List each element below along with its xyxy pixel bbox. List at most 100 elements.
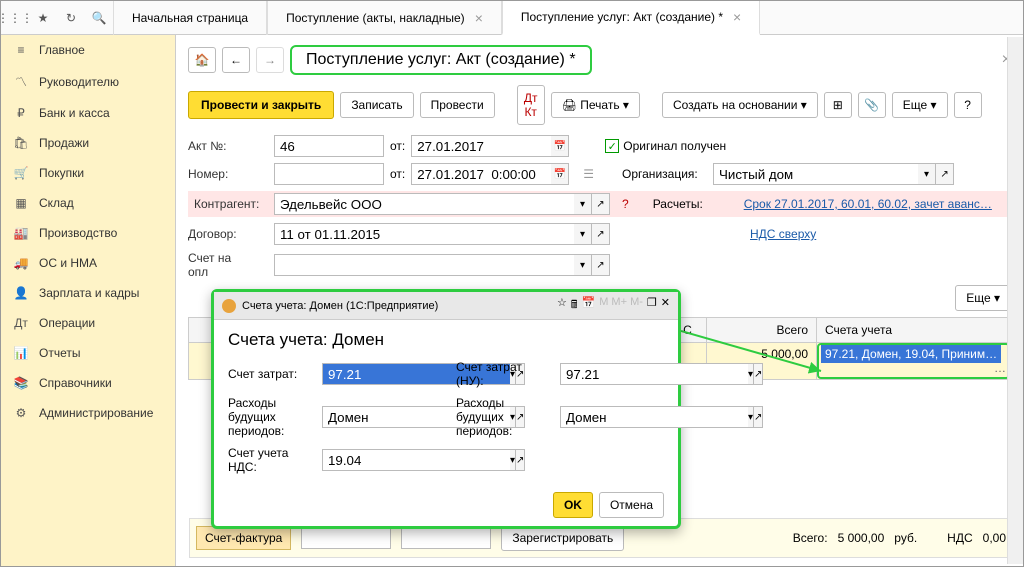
- sidebar-item-directories[interactable]: 📚Справочники: [1, 368, 175, 398]
- calc-link[interactable]: Срок 27.01.2017, 60.01, 60.02, зачет ава…: [744, 197, 992, 211]
- sidebar-item-operations[interactable]: ДтОперации: [1, 308, 175, 338]
- open-icon[interactable]: ↗: [592, 223, 610, 245]
- counterparty-input[interactable]: [274, 193, 574, 215]
- cal-icon[interactable]: 📅: [582, 296, 596, 315]
- app-icon: [222, 299, 236, 313]
- table-more-button[interactable]: Еще ▾: [955, 285, 1011, 311]
- sidebar-item-production[interactable]: 🏭Производство: [1, 218, 175, 248]
- tab-receipts[interactable]: Поступление (акты, накладные)×: [267, 1, 502, 35]
- sidebar-item-manager[interactable]: 〽Руководителю: [1, 65, 175, 98]
- invoice-label: Счет-фактура: [196, 526, 291, 550]
- action-toolbar: Провести и закрыть Записать Провести ДтК…: [188, 85, 1011, 125]
- contract-input[interactable]: [274, 223, 574, 245]
- chart-icon: 〽: [13, 73, 29, 90]
- sidebar-item-sales[interactable]: 🛍Продажи: [1, 128, 175, 158]
- payacct-input[interactable]: [274, 254, 574, 276]
- sidebar-item-main[interactable]: ≡Главное: [1, 35, 175, 65]
- sidebar: ≡Главное 〽Руководителю ₽Банк и касса 🛍Пр…: [1, 35, 176, 566]
- print-button[interactable]: 🖨 Печать ▾: [551, 92, 640, 118]
- dropdown-icon[interactable]: ▾: [574, 193, 592, 215]
- act-date-input[interactable]: [411, 135, 551, 157]
- contract-label: Договор:: [188, 227, 268, 241]
- counterparty-label: Контрагент:: [188, 194, 268, 214]
- date-from-label: от:: [390, 139, 405, 153]
- calendar-icon[interactable]: 📅: [551, 135, 569, 157]
- cost-acct-label: Счет затрат:: [228, 367, 308, 381]
- dtkt-button[interactable]: ДтКт: [517, 85, 545, 125]
- edit-icon[interactable]: ☰: [583, 167, 594, 181]
- dropdown-icon[interactable]: ▾: [574, 254, 592, 276]
- star-icon[interactable]: ★: [29, 4, 57, 32]
- open-icon[interactable]: ↗: [516, 449, 525, 471]
- fav-icon[interactable]: ☆: [557, 296, 567, 315]
- home-button[interactable]: 🏠: [188, 47, 216, 73]
- sidebar-item-warehouse[interactable]: ▦Склад: [1, 188, 175, 218]
- act-no-label: Акт №:: [188, 139, 268, 153]
- page-title: Поступление услуг: Акт (создание) *: [290, 45, 592, 75]
- rbp2-label: Расходы будущих периодов:: [456, 396, 546, 438]
- invoice-no-input[interactable]: [301, 527, 391, 549]
- related-button[interactable]: ⊞: [824, 92, 852, 118]
- open-icon[interactable]: ↗: [754, 406, 763, 428]
- calc-icon[interactable]: 🖩: [571, 296, 578, 315]
- m-icon: M M+ M-: [599, 296, 643, 315]
- open-icon[interactable]: ↗: [592, 193, 610, 215]
- number-date-input[interactable]: [411, 163, 551, 185]
- total-label: Всего:: [793, 531, 828, 545]
- close-icon[interactable]: ×: [733, 9, 741, 25]
- open-icon[interactable]: ↗: [754, 363, 763, 385]
- open-icon[interactable]: ↗: [936, 163, 954, 185]
- sidebar-item-purchases[interactable]: 🛒Покупки: [1, 158, 175, 188]
- cell-accounts[interactable]: 97.21, Домен, 19.04, Приним… …: [817, 343, 1010, 379]
- accounts-dialog: Счета учета: Домен (1С:Предприятие) ☆ 🖩 …: [211, 289, 681, 529]
- attach-button[interactable]: 📎: [858, 92, 886, 118]
- sidebar-item-salary[interactable]: 👤Зарплата и кадры: [1, 278, 175, 308]
- scrollbar[interactable]: [1007, 37, 1023, 564]
- help-counterparty-icon[interactable]: ?: [622, 197, 629, 211]
- original-received-checkbox[interactable]: ✓Оригинал получен: [605, 139, 726, 153]
- search-icon[interactable]: 🔍: [85, 4, 113, 32]
- sidebar-item-assets[interactable]: 🚚ОС и НМА: [1, 248, 175, 278]
- number-input[interactable]: [274, 163, 384, 185]
- invoice-date-input[interactable]: [401, 527, 491, 549]
- close-icon[interactable]: ×: [475, 10, 483, 26]
- rbp2-input[interactable]: [560, 406, 748, 428]
- bag-icon: 🛍: [13, 136, 29, 150]
- dropdown-icon[interactable]: ▾: [918, 163, 936, 185]
- open-icon[interactable]: ↗: [592, 254, 610, 276]
- cost-acct-nu-input[interactable]: [560, 363, 748, 385]
- org-input[interactable]: [713, 163, 918, 185]
- tab-home[interactable]: Начальная страница: [113, 1, 267, 35]
- history-icon[interactable]: ↻: [57, 4, 85, 32]
- total-value: 5 000,00: [838, 531, 885, 545]
- cancel-button[interactable]: Отмена: [599, 492, 664, 518]
- act-no-input[interactable]: [274, 135, 384, 157]
- calendar-icon[interactable]: 📅: [551, 163, 569, 185]
- ok-button[interactable]: OK: [553, 492, 593, 518]
- dropdown-icon[interactable]: ▾: [574, 223, 592, 245]
- post-and-close-button[interactable]: Провести и закрыть: [188, 91, 334, 119]
- calc-label: Расчеты:: [653, 197, 738, 211]
- forward-button[interactable]: →: [256, 47, 284, 73]
- window-icon[interactable]: ❐: [647, 296, 657, 315]
- more-button[interactable]: Еще ▾: [892, 92, 948, 118]
- dialog-titlebar[interactable]: Счета учета: Домен (1С:Предприятие) ☆ 🖩 …: [214, 292, 678, 320]
- help-button[interactable]: ?: [954, 92, 982, 118]
- apps-icon[interactable]: ⋮⋮⋮: [1, 4, 29, 32]
- person-icon: 👤: [13, 286, 29, 300]
- col-total: Всего: [707, 318, 817, 342]
- books-icon: 📚: [13, 376, 29, 390]
- back-button[interactable]: ←: [222, 47, 250, 73]
- sidebar-item-bank[interactable]: ₽Банк и касса: [1, 98, 175, 128]
- create-based-button[interactable]: Создать на основании ▾: [662, 92, 818, 118]
- vat-link[interactable]: НДС сверху: [750, 227, 816, 241]
- tab-current[interactable]: Поступление услуг: Акт (создание) *×: [502, 1, 760, 35]
- save-button[interactable]: Записать: [340, 92, 413, 118]
- sidebar-item-admin[interactable]: ⚙Администрирование: [1, 398, 175, 428]
- cart-icon: 🛒: [13, 166, 29, 180]
- sidebar-item-reports[interactable]: 📊Отчеты: [1, 338, 175, 368]
- ruble-icon: ₽: [13, 106, 29, 120]
- close-dialog-icon[interactable]: ✕: [661, 296, 670, 315]
- post-button[interactable]: Провести: [420, 92, 495, 118]
- vat-acct-input[interactable]: [322, 449, 510, 471]
